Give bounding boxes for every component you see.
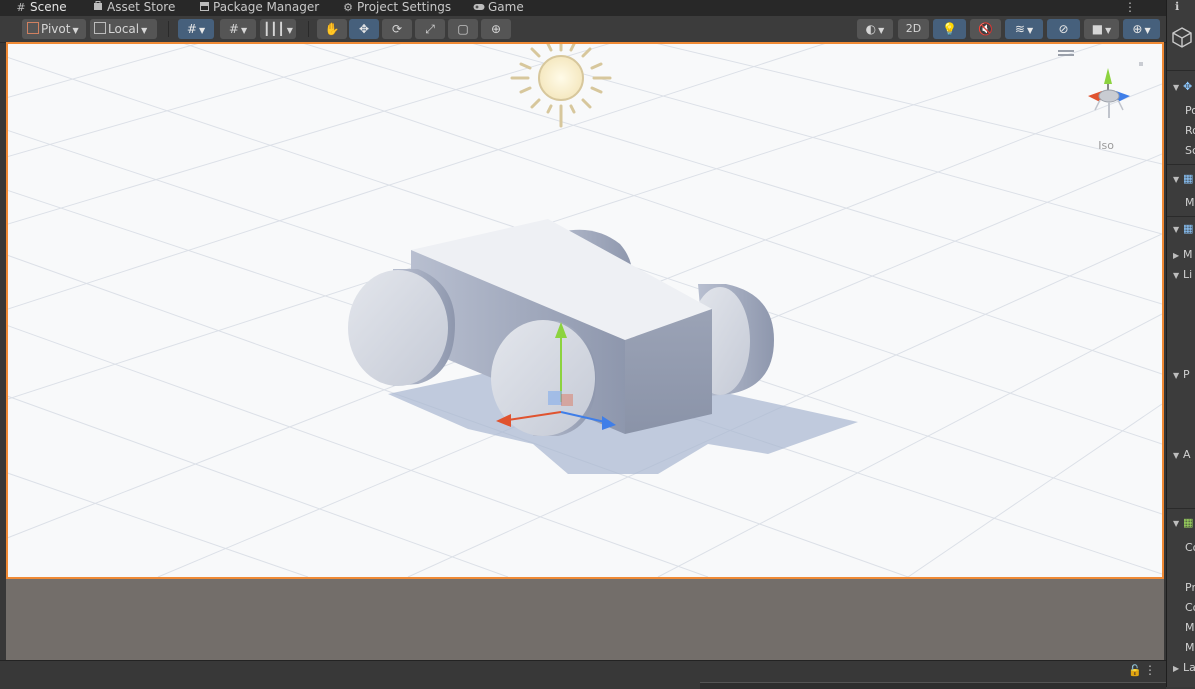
grid-icon: # [186,22,197,36]
viewport-lower-area [6,579,1164,660]
inspector-row-cooking: Co [1185,601,1195,614]
inspector-row-convex: Co [1185,541,1195,554]
pivot-icon [27,22,39,34]
collider-icon: ▦ [1183,516,1194,529]
lock-icon[interactable]: 🔓 [1128,664,1142,677]
gizmos-dropdown[interactable]: ⊕ ▼ [1123,19,1160,39]
tab-asset-store[interactable]: Asset Store [92,0,175,16]
box-icon [198,0,210,15]
grid-component-icon: ▦ [1183,222,1194,235]
gear-icon: ⚙ [343,1,353,14]
rect-icon: ▢ [457,22,469,36]
grid-component-icon: ▦ [1183,172,1194,185]
move-tool-button[interactable]: ✥ [349,19,379,39]
inspector-row-scale: Sc [1185,144,1195,157]
move-icon: ✥ [358,22,370,36]
chevron-down-icon: ▼ [240,26,248,35]
tab-package-manager[interactable]: Package Manager [198,0,319,16]
chevron-down-icon: ▼ [72,26,79,35]
rotate-icon: ⟳ [391,22,403,36]
inspector-row-layer-overrides[interactable]: ▶ La [1173,661,1195,674]
local-dropdown[interactable]: Local ▼ [90,19,157,39]
tab-game[interactable]: Game [473,0,524,16]
chevron-down-icon: ▼ [286,26,293,35]
inspector-row-additional[interactable]: ▼ A [1173,448,1191,461]
transform-tool-button[interactable]: ⊕ [481,19,511,39]
bag-icon [92,0,104,15]
editor-tab-bar: # Scene Asset Store Package Manager ⚙ Proj… [0,0,1166,16]
grid-snap-toggle[interactable]: # ▼ [178,19,214,39]
mute-audio-icon: 🔇 [978,22,993,36]
toolbar-separator [308,21,309,37]
inspector-row-lighting[interactable]: ▼ Li [1173,268,1192,281]
inspector-row-rotation: Ro [1185,124,1195,137]
local-cube-icon [94,22,106,34]
kebab-menu-icon[interactable]: ⋮ [1124,0,1136,14]
inspector-row-mesh: Me [1185,196,1195,209]
2d-toggle-button[interactable]: 2D [898,19,929,39]
collider-header[interactable]: ▼ ▦ [1173,516,1193,529]
toolbar-separator [168,21,169,37]
kebab-menu-icon[interactable]: ⋮ [1144,663,1156,677]
chevron-down-icon: ▼ [141,26,148,35]
inspector-row-mesh-ref: M [1185,641,1195,654]
snap-icon: # [228,22,239,36]
hash-icon: # [16,1,26,14]
cube-icon [1171,26,1193,51]
divider [1167,216,1195,217]
mesh-renderer-header[interactable]: ▼ ▦ [1173,222,1193,235]
gamepad-icon [473,0,485,15]
inspector-row-materials[interactable]: ▶ M [1173,248,1193,261]
lighting-toggle-button[interactable]: 💡 [933,19,966,39]
divider [1167,508,1195,509]
chevron-down-icon: ▼ [878,26,885,35]
divider [1167,70,1195,71]
sun-light-gizmo[interactable] [510,44,612,128]
increment-snap-toggle[interactable]: # ▼ [220,19,256,39]
hand-tool-button[interactable]: ✋ [317,19,347,39]
shading-sphere-icon: ◐ [865,22,877,36]
pivot-dropdown[interactable]: Pivot ▼ [22,19,86,39]
inspector-panel: ℹ ▼✥ Po Ro Sc ▼▦ Me ▼▦ ▶M ▼Li ▼P ▼A ▼▦ C… [1166,0,1195,687]
transform-icon: ✥ [1183,80,1193,93]
gizmo-globe-icon: ⊕ [1132,22,1143,36]
draw-mode-dropdown[interactable]: ◐ ▼ [857,19,893,39]
hand-icon: ✋ [324,22,340,36]
chevron-down-icon: ▼ [1144,26,1151,35]
ruler-toggle[interactable]: ┃┃┃ ▼ [260,19,296,39]
effects-layers-icon: ≋ [1014,22,1025,36]
transform-header[interactable]: ▼ ✥ [1173,80,1192,93]
audio-toggle-button[interactable]: 🔇 [970,19,1001,39]
light-bulb-icon: 💡 [942,22,957,36]
ruler-icon: ┃┃┃ [263,22,285,36]
divider [1167,164,1195,165]
inspector-row-position: Po [1185,104,1195,117]
chevron-down-icon: ▼ [1026,26,1034,35]
camera-icon: ■ [1091,22,1104,36]
scene-viewport[interactable]: Iso [6,42,1164,579]
info-icon: ℹ [1175,0,1180,13]
mesh-filter-header[interactable]: ▼ ▦ [1173,172,1193,185]
chevron-down-icon: ▼ [198,26,206,35]
chevron-down-icon: ▼ [1105,26,1112,35]
inspector-row-probes[interactable]: ▼ P [1173,368,1190,381]
bottom-toolbar-strip [700,682,1166,689]
transform-icon: ⊕ [490,22,502,36]
tab-scene[interactable]: # Scene [15,0,66,16]
camera-dropdown[interactable]: ■ ▼ [1084,19,1119,39]
inspector-row-material: M [1185,621,1195,634]
projection-label[interactable]: Iso [1098,139,1114,152]
rect-tool-button[interactable]: ▢ [448,19,478,39]
eye-slash-icon: ⊘ [1058,22,1069,36]
tab-project-settings[interactable]: ⚙ Project Settings [342,0,451,16]
scene-toolbar: Pivot ▼ Local ▼ # ▼ # ▼ ┃┃┃ ▼ ✋ ✥ ⟳ ⤢ ▢ ⊕ ◐ ▼ … [0,16,1166,43]
inspector-row-provides: Pr [1185,581,1195,594]
scale-icon: ⤢ [425,22,435,36]
scale-tool-button[interactable]: ⤢ [415,19,445,39]
status-bar: 🔓 ⋮ [0,660,1166,689]
cart-wheel-front-left[interactable] [348,269,455,386]
rotate-tool-button[interactable]: ⟳ [382,19,412,39]
hidden-objects-toggle[interactable]: ⊘ [1047,19,1080,39]
effects-dropdown[interactable]: ≋ ▼ [1005,19,1043,39]
